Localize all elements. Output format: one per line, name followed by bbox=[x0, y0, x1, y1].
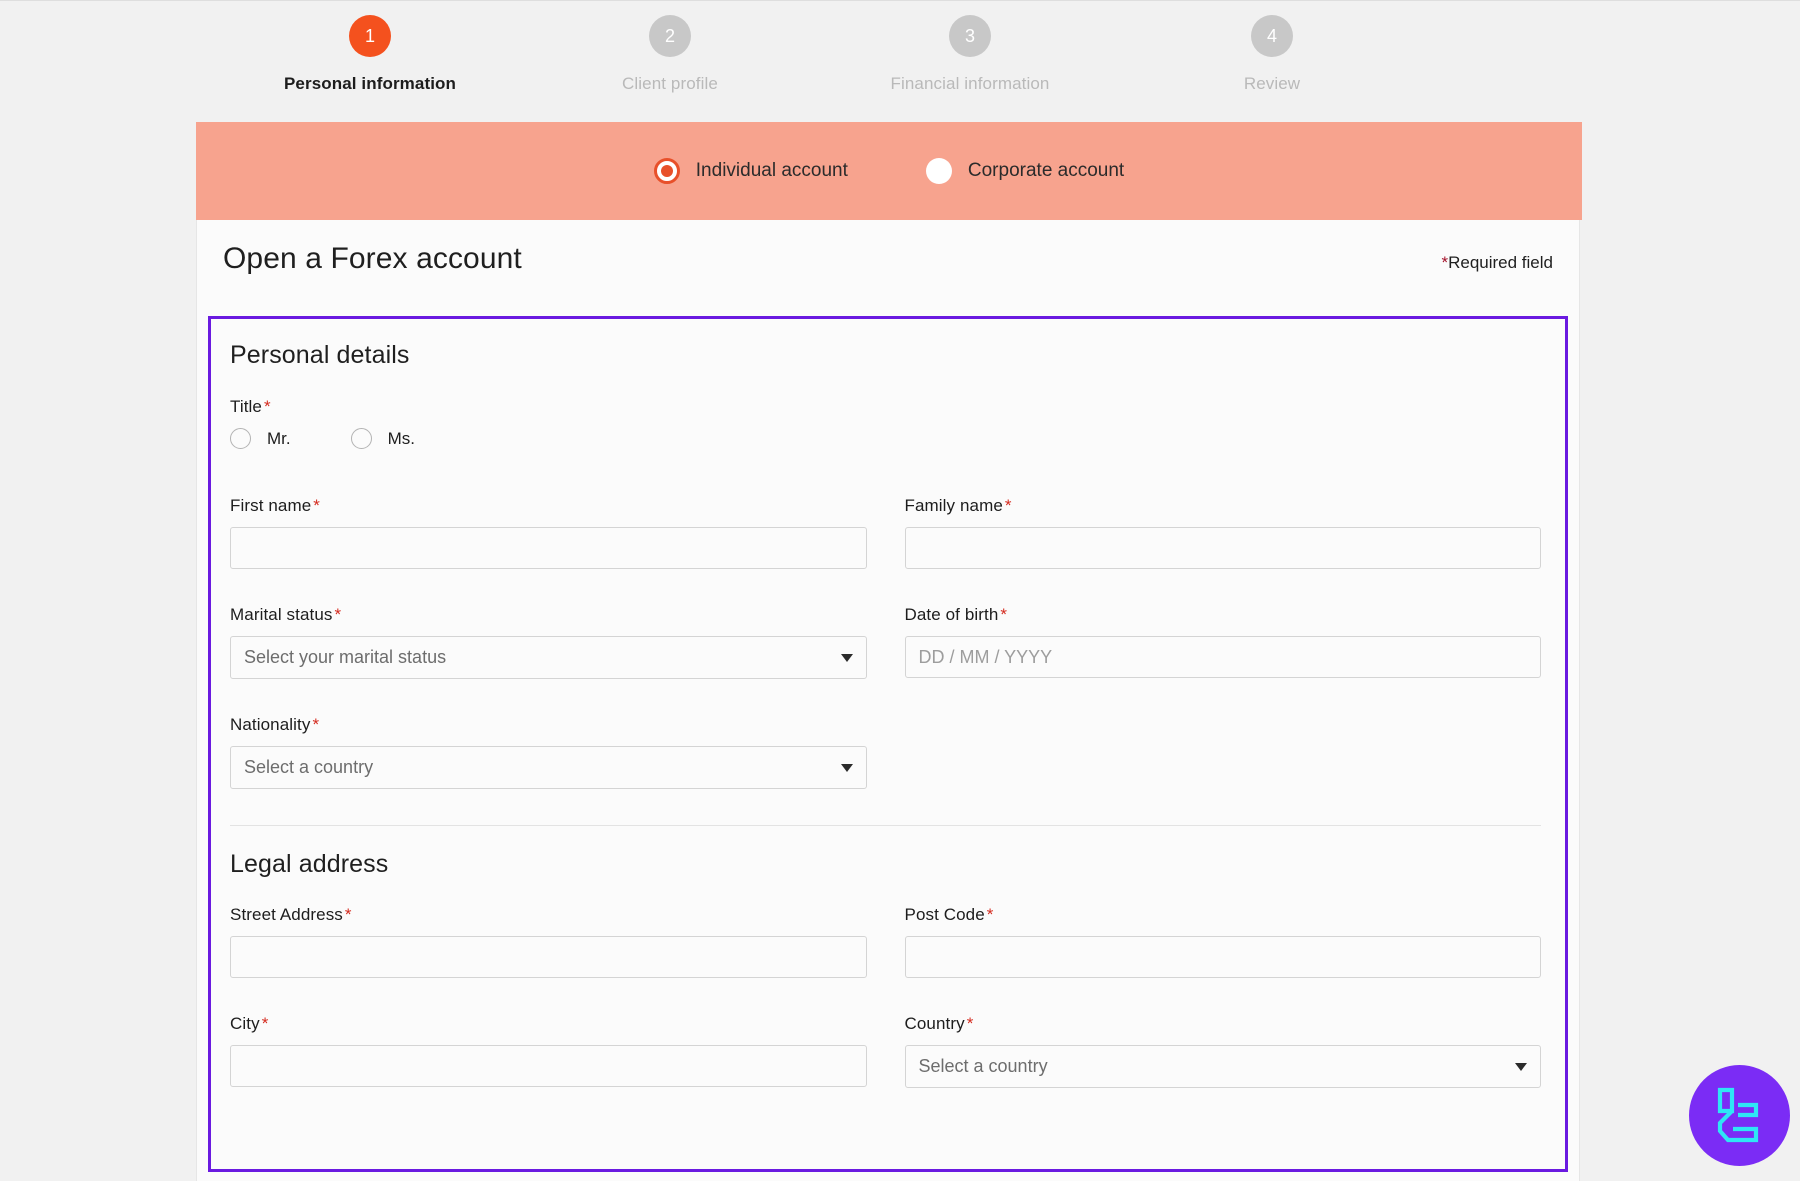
nationality-select[interactable]: Select a country bbox=[230, 746, 867, 789]
city-input[interactable] bbox=[230, 1045, 867, 1087]
chevron-down-icon bbox=[1515, 1063, 1527, 1071]
post-code-input[interactable] bbox=[905, 936, 1542, 978]
stepper-step-review[interactable]: 4 Review bbox=[1112, 15, 1432, 94]
step-label-1: Personal information bbox=[210, 74, 530, 94]
radio-corporate-account-icon[interactable] bbox=[926, 158, 952, 184]
nationality-row: Nationality* Select a country bbox=[230, 715, 1541, 789]
family-name-input[interactable] bbox=[905, 527, 1542, 569]
radio-ms-icon[interactable] bbox=[351, 428, 372, 449]
radio-label-ms: Ms. bbox=[388, 429, 415, 449]
field-label-title: Title* bbox=[230, 397, 1541, 417]
title-radio-group: Mr. Ms. bbox=[230, 428, 1541, 449]
chevron-down-icon bbox=[841, 764, 853, 772]
name-row: First name* Family name* bbox=[230, 496, 1541, 569]
field-date-of-birth: Date of birth* bbox=[905, 605, 1542, 679]
highlighted-form-region: Personal details Title* Mr. Ms. First na… bbox=[208, 316, 1568, 1172]
progress-stepper: 1 Personal information 2 Client profile … bbox=[0, 0, 1800, 122]
account-type-option-individual[interactable]: Individual account bbox=[654, 158, 848, 184]
date-of-birth-input[interactable] bbox=[905, 636, 1542, 678]
radio-label-mr: Mr. bbox=[267, 429, 291, 449]
field-label-marital-status-text: Marital status bbox=[230, 605, 333, 624]
account-type-label-individual: Individual account bbox=[696, 160, 848, 182]
letter-e-logo-icon bbox=[1712, 1087, 1768, 1145]
field-label-post-code: Post Code* bbox=[905, 905, 1542, 925]
required-asterisk-icon: * bbox=[264, 397, 271, 416]
step-number-badge-4: 4 bbox=[1251, 15, 1293, 57]
required-asterisk-icon: * bbox=[345, 905, 352, 924]
required-asterisk-icon: * bbox=[313, 496, 320, 515]
country-selected-value: Select a country bbox=[919, 1056, 1048, 1077]
field-label-title-text: Title bbox=[230, 397, 262, 416]
required-asterisk-icon: * bbox=[1005, 496, 1012, 515]
country-select[interactable]: Select a country bbox=[905, 1045, 1542, 1088]
radio-option-ms[interactable]: Ms. bbox=[351, 428, 415, 449]
account-type-selector: Individual account Corporate account bbox=[196, 122, 1582, 220]
chevron-down-icon bbox=[841, 654, 853, 662]
field-label-marital-status: Marital status* bbox=[230, 605, 867, 625]
field-label-first-name-text: First name bbox=[230, 496, 311, 515]
required-asterisk-icon: * bbox=[312, 715, 319, 734]
account-type-option-corporate[interactable]: Corporate account bbox=[926, 158, 1124, 184]
step-number-badge-1: 1 bbox=[349, 15, 391, 57]
account-type-label-corporate: Corporate account bbox=[968, 160, 1124, 182]
field-family-name: Family name* bbox=[905, 496, 1542, 569]
stepper-step-client-profile[interactable]: 2 Client profile bbox=[510, 15, 830, 94]
section-title-personal-details: Personal details bbox=[230, 341, 1541, 370]
first-name-input[interactable] bbox=[230, 527, 867, 569]
radio-individual-account-icon[interactable] bbox=[654, 158, 680, 184]
step-label-4: Review bbox=[1112, 74, 1432, 94]
brand-logo-badge[interactable] bbox=[1689, 1065, 1790, 1166]
marital-status-selected-value: Select your marital status bbox=[244, 647, 446, 668]
field-label-family-name: Family name* bbox=[905, 496, 1542, 516]
required-asterisk-icon: * bbox=[987, 905, 994, 924]
field-label-country-text: Country bbox=[905, 1014, 965, 1033]
section-divider bbox=[230, 825, 1541, 826]
field-first-name: First name* bbox=[230, 496, 867, 569]
field-street-address: Street Address* bbox=[230, 905, 867, 978]
address-row: Street Address* Post Code* bbox=[230, 905, 1541, 978]
radio-mr-icon[interactable] bbox=[230, 428, 251, 449]
required-asterisk-icon: * bbox=[967, 1014, 974, 1033]
field-marital-status: Marital status* Select your marital stat… bbox=[230, 605, 867, 679]
marital-status-select[interactable]: Select your marital status bbox=[230, 636, 867, 679]
radio-option-mr[interactable]: Mr. bbox=[230, 428, 291, 449]
field-post-code: Post Code* bbox=[905, 905, 1542, 978]
field-label-post-code-text: Post Code bbox=[905, 905, 985, 924]
step-number-badge-2: 2 bbox=[649, 15, 691, 57]
step-label-3: Financial information bbox=[810, 74, 1130, 94]
required-field-note-text: Required field bbox=[1448, 253, 1553, 272]
form-card: Individual account Corporate account Ope… bbox=[196, 122, 1580, 1181]
required-asterisk-icon: * bbox=[262, 1014, 269, 1033]
field-label-date-of-birth-text: Date of birth bbox=[905, 605, 999, 624]
field-label-date-of-birth: Date of birth* bbox=[905, 605, 1542, 625]
field-label-nationality: Nationality* bbox=[230, 715, 867, 735]
required-asterisk-icon: * bbox=[335, 605, 342, 624]
required-asterisk-icon: * bbox=[1000, 605, 1007, 624]
stepper-step-personal-information[interactable]: 1 Personal information bbox=[210, 15, 530, 94]
field-country: Country* Select a country bbox=[905, 1014, 1542, 1088]
stepper-step-financial-information[interactable]: 3 Financial information bbox=[810, 15, 1130, 94]
field-nationality: Nationality* Select a country bbox=[230, 715, 867, 789]
field-label-nationality-text: Nationality bbox=[230, 715, 310, 734]
page-title: Open a Forex account bbox=[223, 242, 522, 276]
field-label-street-address-text: Street Address bbox=[230, 905, 343, 924]
field-label-city-text: City bbox=[230, 1014, 260, 1033]
city-country-row: City* Country* Select a country bbox=[230, 1014, 1541, 1088]
field-label-city: City* bbox=[230, 1014, 867, 1034]
nationality-selected-value: Select a country bbox=[244, 757, 373, 778]
step-number-badge-3: 3 bbox=[949, 15, 991, 57]
field-label-street-address: Street Address* bbox=[230, 905, 867, 925]
section-title-legal-address: Legal address bbox=[230, 850, 1541, 879]
field-label-country: Country* bbox=[905, 1014, 1542, 1034]
nationality-spacer bbox=[905, 715, 1542, 789]
step-label-2: Client profile bbox=[510, 74, 830, 94]
card-header: Open a Forex account *Required field bbox=[197, 220, 1579, 292]
field-city: City* bbox=[230, 1014, 867, 1088]
field-label-family-name-text: Family name bbox=[905, 496, 1003, 515]
field-label-first-name: First name* bbox=[230, 496, 867, 516]
marital-dob-row: Marital status* Select your marital stat… bbox=[230, 605, 1541, 679]
street-address-input[interactable] bbox=[230, 936, 867, 978]
required-field-note: *Required field bbox=[1441, 253, 1553, 273]
